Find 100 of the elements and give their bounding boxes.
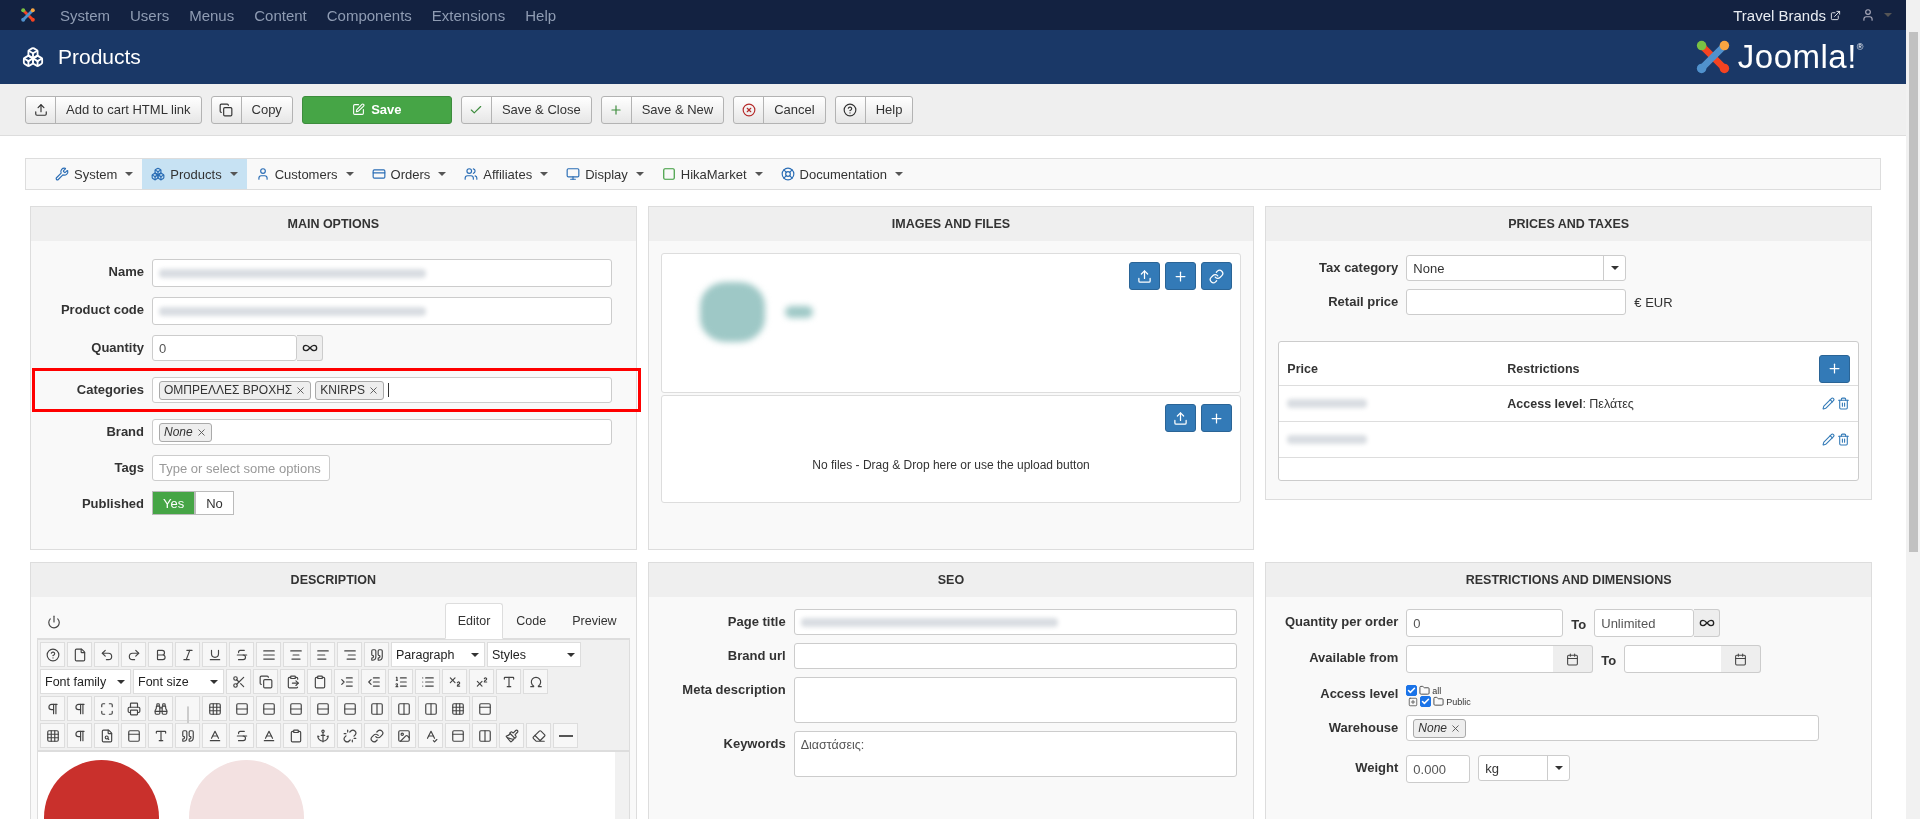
toolbar-button[interactable] [283, 642, 308, 667]
menu-item[interactable]: System [46, 159, 143, 189]
font-family-select[interactable]: Font family [40, 669, 131, 694]
editor-tab[interactable]: Code [503, 603, 560, 639]
toolbar-button[interactable] [148, 723, 173, 748]
add-button[interactable] [1819, 354, 1850, 383]
menu-item[interactable]: Orders [362, 159, 456, 189]
menu-item[interactable]: Users [130, 6, 170, 24]
toolbar-button[interactable] [94, 642, 119, 667]
expand-icon[interactable] [1408, 696, 1419, 707]
checkbox[interactable] [1420, 696, 1432, 707]
toolbar-button[interactable]: Add to cart HTML link [25, 95, 202, 124]
menu-item[interactable]: Extensions [431, 6, 506, 24]
menu-item[interactable]: Customers [246, 159, 363, 189]
editor-tab[interactable]: Editor [444, 603, 504, 639]
tags-field[interactable]: None [1406, 715, 1819, 741]
checkbox[interactable] [1406, 685, 1418, 696]
toolbar-button[interactable] [94, 723, 119, 748]
toolbar-button[interactable] [445, 696, 470, 721]
link-button[interactable] [1201, 262, 1233, 290]
add-button[interactable] [1165, 262, 1197, 290]
format-select[interactable]: Paragraph [391, 642, 485, 667]
quantity-field[interactable]: 0 [1406, 609, 1564, 637]
toolbar-button[interactable] [418, 723, 443, 748]
site-link[interactable]: Travel Brands [1733, 6, 1841, 24]
toolbar-button[interactable] [283, 696, 308, 721]
toolbar-button[interactable] [40, 723, 65, 748]
scroll-thumb[interactable] [1908, 32, 1918, 552]
toolbar-button[interactable] [364, 642, 389, 667]
text-field[interactable] [152, 297, 612, 325]
unit-select[interactable]: kg [1478, 755, 1571, 781]
tag-chip[interactable]: ΟΜΠΡΕΛΛΕΣ ΒΡΟΧΗΣ [159, 380, 312, 400]
menu-item[interactable]: Affiliates [455, 159, 558, 189]
toolbar-button[interactable]: Save & Close [460, 95, 592, 124]
toolbar-button[interactable] [310, 723, 335, 748]
toolbar-button[interactable] [364, 696, 389, 721]
unlimited-button[interactable] [297, 335, 323, 361]
menu-item[interactable]: Display [557, 159, 653, 189]
toolbar-button[interactable]: Help [834, 95, 914, 124]
menu-item[interactable]: Content [254, 6, 307, 24]
text-field[interactable] [152, 259, 612, 287]
calendar-button[interactable] [1721, 645, 1762, 673]
toolbar-button[interactable] [121, 696, 146, 721]
toolbar-button[interactable] [148, 642, 173, 667]
toolbar-button[interactable] [442, 669, 467, 694]
toolbar-button[interactable] [418, 696, 443, 721]
toolbar-button[interactable] [148, 696, 173, 721]
weight-field[interactable]: 0.000 [1406, 755, 1471, 783]
toolbar-button[interactable] [67, 696, 92, 721]
toolbar-button[interactable] [256, 696, 281, 721]
toolbar-button[interactable] [337, 696, 362, 721]
toolbar-button[interactable] [202, 723, 227, 748]
toolbar-button[interactable] [226, 669, 251, 694]
toolbar-button[interactable] [283, 723, 308, 748]
toolbar-button[interactable] [499, 723, 524, 748]
toolbar-button[interactable] [253, 669, 278, 694]
toolbar-button[interactable] [553, 723, 578, 748]
menu-item[interactable]: HikaMarket [652, 159, 772, 189]
toolbar-button[interactable] [337, 642, 362, 667]
tax-category-select[interactable]: None [1406, 255, 1627, 281]
toolbar-button[interactable] [526, 723, 551, 748]
toolbar-button[interactable] [496, 669, 521, 694]
toolbar-button[interactable] [67, 642, 92, 667]
toolbar-button[interactable] [337, 723, 362, 748]
text-field[interactable] [793, 643, 1238, 669]
toolbar-button[interactable] [256, 723, 281, 748]
toolbar-button[interactable] [94, 696, 119, 721]
toolbar-button[interactable] [364, 723, 389, 748]
tags-field[interactable]: ΟΜΠΡΕΛΛΕΣ ΒΡΟΧΗΣ KNIRPS [152, 377, 612, 403]
toolbar-button[interactable] [307, 669, 332, 694]
toolbar-button[interactable] [391, 696, 416, 721]
add-button[interactable] [1201, 404, 1233, 432]
toolbar-button[interactable] [229, 723, 254, 748]
toolbar-button[interactable] [469, 669, 494, 694]
toolbar-button[interactable] [472, 723, 497, 748]
toolbar-button[interactable] [202, 696, 227, 721]
menu-item[interactable]: Help [525, 6, 557, 24]
toolbar-button[interactable] [334, 669, 359, 694]
toolbar-button[interactable] [229, 642, 254, 667]
toolbar-button[interactable] [175, 723, 200, 748]
menu-item[interactable]: Products [142, 159, 247, 189]
text-field[interactable] [793, 609, 1238, 635]
font-size-select[interactable]: Font size [133, 669, 224, 694]
toolbar-button[interactable] [202, 642, 227, 667]
toolbar-button[interactable]: Copy [210, 95, 293, 124]
toolbar-button[interactable] [310, 696, 335, 721]
toolbar-button[interactable] [445, 723, 470, 748]
quantity-field[interactable]: Unlimited [1594, 609, 1695, 637]
toolbar-button[interactable]: Save & New [600, 95, 725, 124]
toggle-option[interactable]: No [195, 491, 234, 515]
toolbar-button[interactable]: Cancel [733, 95, 826, 124]
menu-item[interactable]: System [60, 6, 110, 24]
tags-field[interactable]: None [152, 419, 612, 445]
upload-button[interactable] [1129, 262, 1161, 290]
toolbar-button[interactable] [361, 669, 386, 694]
toolbar-button[interactable] [229, 696, 254, 721]
toolbar-button[interactable] [388, 669, 413, 694]
toolbar-button[interactable] [391, 723, 416, 748]
toolbar-button[interactable] [472, 696, 497, 721]
upload-button[interactable] [1165, 404, 1197, 432]
